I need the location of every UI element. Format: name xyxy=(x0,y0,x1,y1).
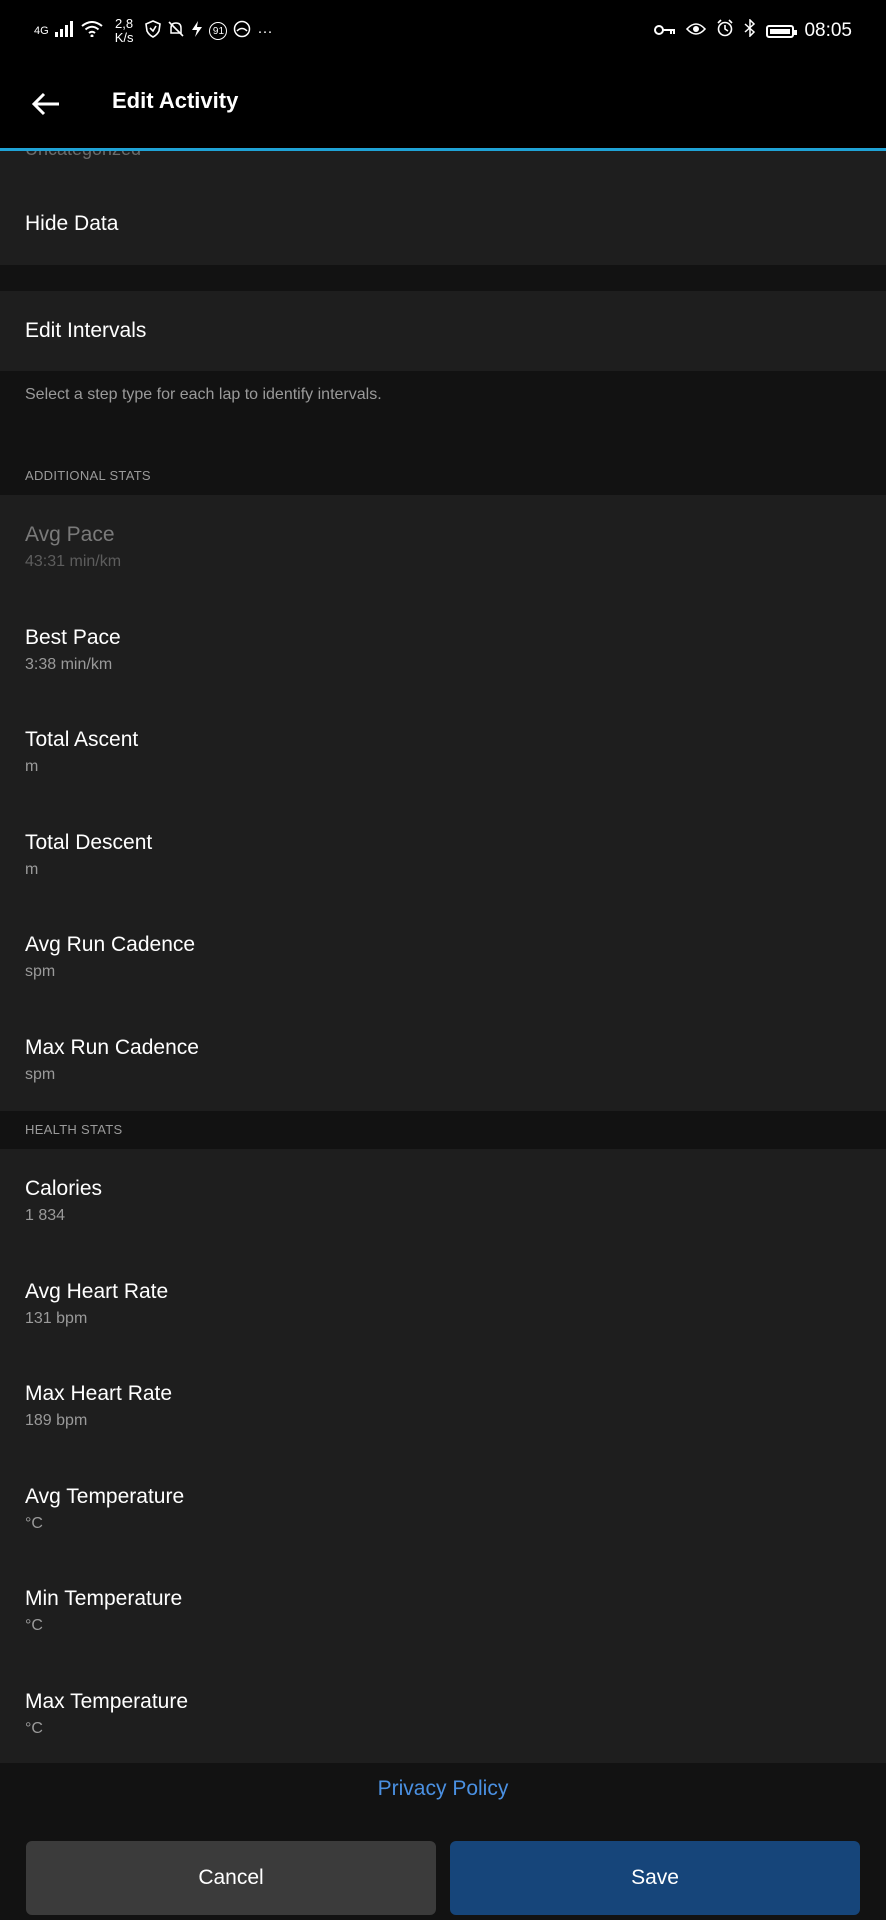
flash-icon xyxy=(191,20,203,42)
status-bar: 4G 2,8 K/s 91 ··· 08:05 xyxy=(0,0,886,62)
hide-data-section: Uncategorized Hide Data xyxy=(0,151,886,265)
speed-unit: K/s xyxy=(114,30,134,45)
cancel-button[interactable]: Cancel xyxy=(26,1841,436,1915)
notification-count-icon: 91 xyxy=(209,22,228,40)
signal-icon xyxy=(54,21,75,41)
network-speed: 2,8 K/s xyxy=(115,17,134,45)
page-title: Edit Activity xyxy=(112,88,239,113)
hide-data-link[interactable]: Hide Data xyxy=(25,212,118,236)
network-type: 4G xyxy=(34,25,49,37)
app-notification-icon xyxy=(233,20,251,42)
back-button[interactable] xyxy=(26,84,66,124)
additional-stats-header: ADDITIONAL STATS xyxy=(25,468,151,483)
category-value: Uncategorized xyxy=(25,151,141,160)
shield-icon xyxy=(145,20,162,42)
stat-value: °C xyxy=(25,1617,43,1634)
stat-label: Max Temperature xyxy=(25,1690,189,1713)
edit-intervals-label: Edit Intervals xyxy=(25,319,147,342)
privacy-policy-link[interactable]: Privacy Policy xyxy=(0,1777,886,1801)
clock: 08:05 xyxy=(804,20,852,41)
stat-value: 1 834 xyxy=(25,1207,66,1224)
intervals-help-text: Select a step type for each lap to ident… xyxy=(25,386,382,403)
stat-label: Total Descent xyxy=(25,831,153,854)
stat-value: 189 bpm xyxy=(25,1412,88,1429)
stat-label: Max Run Cadence xyxy=(25,1036,199,1059)
stat-label: Avg Run Cadence xyxy=(25,933,196,956)
stat-label: Total Ascent xyxy=(25,728,139,751)
stat-label: Best Pace xyxy=(25,626,121,649)
app-bar: Edit Activity xyxy=(0,62,886,148)
stat-value: m xyxy=(25,861,39,878)
stat-value: 43:31 min/km xyxy=(25,553,122,570)
health-stats-header: HEALTH STATS xyxy=(25,1122,123,1137)
footer: Privacy Policy Cancel Save xyxy=(0,1763,886,1920)
stat-value: spm xyxy=(25,963,56,980)
additional-stats-list: Avg Pace 43:31 min/km Best Pace 3:38 min… xyxy=(0,495,886,1111)
edit-intervals-row[interactable]: Edit Intervals xyxy=(0,291,886,371)
key-icon xyxy=(654,20,676,42)
stat-value: °C xyxy=(25,1515,43,1532)
battery-icon xyxy=(766,24,798,38)
save-button[interactable]: Save xyxy=(450,1841,860,1915)
bluetooth-icon xyxy=(744,18,756,43)
more-notifications-icon: ··· xyxy=(257,22,273,40)
notification-count: 91 xyxy=(212,25,225,37)
scroll-content[interactable]: Uncategorized Hide Data Edit Intervals S… xyxy=(0,151,886,1763)
mute-icon xyxy=(167,20,185,42)
speed-value: 2,8 xyxy=(115,16,134,31)
stat-value: °C xyxy=(25,1720,43,1737)
alarm-icon xyxy=(716,19,734,43)
stat-value: 131 bpm xyxy=(25,1310,88,1327)
wifi-icon xyxy=(81,21,103,41)
stat-label: Avg Heart Rate xyxy=(25,1280,169,1303)
stat-value: 3:38 min/km xyxy=(25,656,113,673)
stat-label: Avg Temperature xyxy=(25,1485,185,1508)
arrow-left-icon xyxy=(32,92,59,116)
stat-label: Max Heart Rate xyxy=(25,1382,173,1405)
stat-label: Avg Pace xyxy=(25,523,115,546)
status-right: 08:05 xyxy=(654,14,852,48)
stat-label: Min Temperature xyxy=(25,1587,183,1610)
stat-value: m xyxy=(25,758,39,775)
stat-label: Calories xyxy=(25,1177,103,1200)
health-stats-list: Calories 1 834 Avg Heart Rate 131 bpm Ma… xyxy=(0,1149,886,1763)
stat-value: spm xyxy=(25,1066,56,1083)
status-left: 4G 2,8 K/s 91 ··· xyxy=(34,16,272,46)
eye-icon xyxy=(686,20,707,42)
